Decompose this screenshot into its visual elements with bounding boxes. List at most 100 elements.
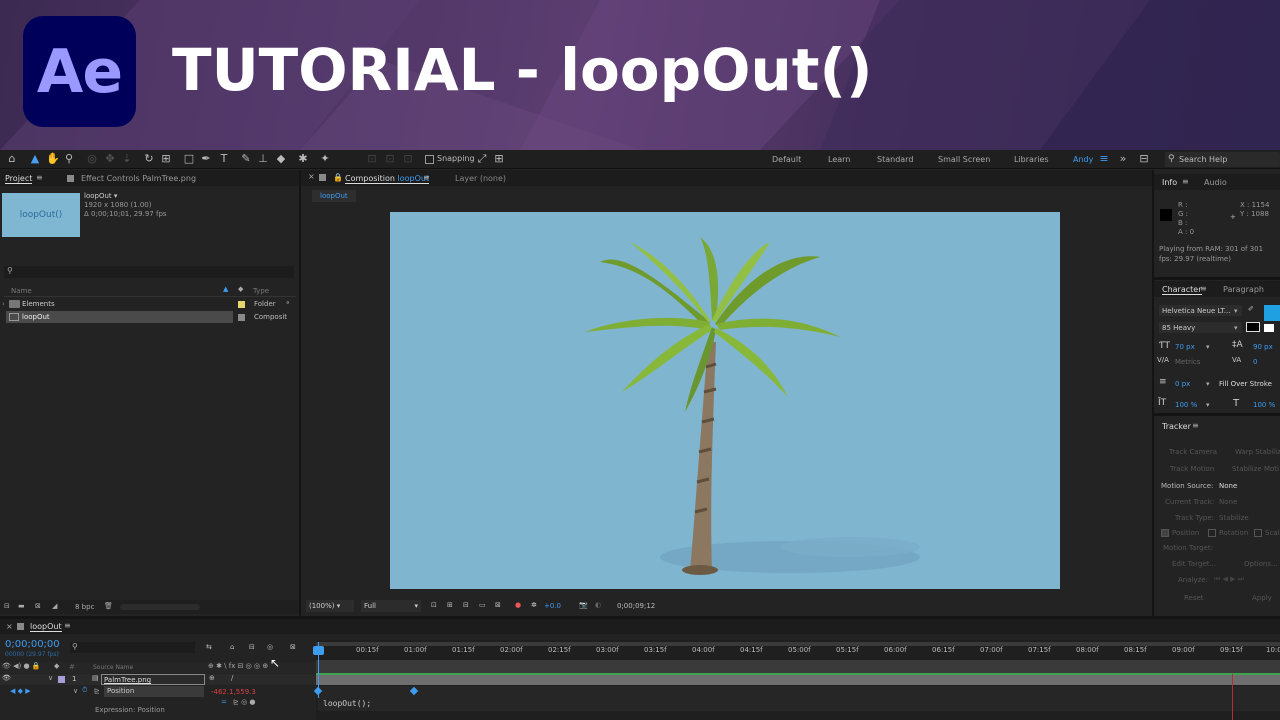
source-name-col[interactable]: Source Name: [93, 664, 133, 671]
timeline-timecode[interactable]: 0;00;00;00: [5, 639, 60, 650]
workspace-menu-icon[interactable]: ≡: [1098, 153, 1110, 165]
tracking-value[interactable]: 0: [1253, 358, 1257, 366]
close-comp-tab-icon[interactable]: ×: [308, 172, 315, 181]
property-expand-icon[interactable]: ∨: [73, 687, 78, 695]
apply-button[interactable]: Apply: [1252, 594, 1272, 602]
current-track-dropdown[interactable]: None: [1219, 498, 1237, 506]
reset-button[interactable]: Reset: [1184, 594, 1204, 602]
comp-mini-flowchart-icon[interactable]: ⇆: [206, 643, 212, 651]
warp-stabilizer-button[interactable]: Warp Stabiliz: [1235, 448, 1280, 456]
tab-character[interactable]: Character: [1162, 285, 1202, 295]
project-item-loopout[interactable]: loopOut: [22, 313, 50, 321]
selection-tool-icon[interactable]: ▲: [29, 153, 41, 165]
frame-blending-icon[interactable]: ◎: [267, 643, 273, 651]
color-channels-icon[interactable]: ●: [515, 601, 521, 609]
orbit-camera-icon[interactable]: ◎: [86, 153, 98, 165]
tab-timeline-loopout[interactable]: loopOut: [30, 622, 62, 632]
layer-shy-switch-icon[interactable]: ⊕: [209, 674, 215, 682]
resolution-dropdown[interactable]: Full ▾: [361, 600, 421, 612]
stroke-width-value[interactable]: 0 px: [1175, 380, 1190, 388]
comp-label-swatch[interactable]: [238, 314, 245, 321]
layer-duration-bar[interactable]: [316, 674, 1280, 685]
project-item-elements[interactable]: Elements: [22, 300, 55, 308]
transparency-grid-icon[interactable]: ⊞: [447, 601, 453, 609]
region-of-interest-icon[interactable]: ▭: [479, 601, 486, 609]
property-value[interactable]: -462.1,559.3: [211, 688, 256, 696]
vertical-scale-value[interactable]: 100 %: [1175, 401, 1197, 409]
stopwatch-icon[interactable]: ⏱: [82, 686, 87, 695]
more-workspaces-icon[interactable]: »: [1117, 153, 1129, 165]
workspace-default[interactable]: Default: [772, 155, 801, 164]
bpc-label[interactable]: 8 bpc: [75, 603, 94, 611]
keyframe-navigator-icon[interactable]: ◀ ◆ ▶: [10, 687, 31, 695]
track-motion-button[interactable]: Track Motion: [1170, 465, 1214, 473]
brush-tool-icon[interactable]: ✎: [240, 153, 252, 165]
motion-source-dropdown[interactable]: None: [1219, 482, 1237, 490]
comp-name[interactable]: loopOut ▾: [84, 192, 117, 200]
expression-code[interactable]: loopOut();: [323, 699, 371, 708]
tab-project[interactable]: Project: [5, 174, 33, 184]
mask-visibility-icon[interactable]: ⊟: [463, 601, 469, 609]
zoom-tool-icon[interactable]: ⚲: [63, 153, 75, 165]
folder-label-swatch[interactable]: [238, 301, 245, 308]
folder-expand-icon[interactable]: ›: [2, 300, 5, 308]
show-snapshot-icon[interactable]: ◐: [595, 601, 601, 609]
font-style-dropdown[interactable]: 85 Heavy: [1159, 322, 1242, 333]
color-management-icon[interactable]: ✲: [531, 601, 537, 609]
options-button[interactable]: Options...: [1244, 560, 1278, 568]
tab-effect-controls[interactable]: Effect Controls PalmTree.png: [81, 174, 196, 183]
timeline-search-input[interactable]: ⚲: [70, 642, 195, 653]
rotation-checkbox[interactable]: [1208, 529, 1216, 537]
expression-editor[interactable]: loopOut();: [318, 697, 1280, 711]
font-family-dropdown[interactable]: Helvetica Neue LT...: [1159, 305, 1242, 316]
character-menu-icon[interactable]: ≡: [1200, 284, 1207, 293]
pen-tool-icon[interactable]: ✒: [200, 153, 212, 165]
scale-checkbox[interactable]: [1254, 529, 1262, 537]
playhead-handle[interactable]: [313, 646, 324, 655]
effect-controls-lock-icon[interactable]: [67, 175, 74, 182]
flowchart-icon[interactable]: ⚬: [285, 299, 291, 307]
home-icon[interactable]: ⌂: [6, 153, 18, 165]
tracker-menu-icon[interactable]: ≡: [1192, 421, 1199, 430]
snap-grid-icon[interactable]: ⊞: [493, 153, 505, 165]
project-menu-icon[interactable]: ≡: [36, 173, 43, 182]
eyedropper-icon[interactable]: ✐: [1248, 305, 1254, 313]
pan-camera-icon[interactable]: ✥: [104, 153, 116, 165]
dolly-camera-icon[interactable]: ⇣: [121, 153, 133, 165]
rotate-tool-icon[interactable]: ↻: [143, 153, 155, 165]
snap-options-icon[interactable]: ⤢: [476, 153, 488, 165]
position-checkbox[interactable]: [1161, 529, 1169, 537]
hide-shy-layers-icon[interactable]: ⊟: [249, 643, 255, 651]
horizontal-scale-value[interactable]: 100 %: [1253, 401, 1275, 409]
stroke-color-swatch[interactable]: [1246, 322, 1260, 332]
time-ruler[interactable]: 0f 00:15f 01:00f 01:15f 02:00f 02:15f 03…: [316, 646, 1280, 658]
clone-stamp-tool-icon[interactable]: ⊥: [257, 153, 269, 165]
stabilize-motion-button[interactable]: Stabilize Moti: [1232, 465, 1279, 473]
analyze-back-icon[interactable]: ⏮ ◀ ▶ ⏭: [1214, 575, 1244, 584]
exposure-value[interactable]: +0.0: [544, 602, 561, 610]
layer-quality-switch-icon[interactable]: /: [231, 674, 233, 682]
new-composition-icon[interactable]: ⊠: [35, 602, 41, 610]
magnification-dropdown[interactable]: (100%) ▾: [306, 600, 354, 612]
property-name[interactable]: Position: [104, 686, 204, 697]
snapshot-icon[interactable]: 📷: [579, 601, 588, 609]
tab-paragraph[interactable]: Paragraph: [1223, 285, 1264, 294]
layer-expand-icon[interactable]: ∨: [48, 674, 53, 682]
project-scrollbar[interactable]: [120, 604, 200, 610]
distribute-icon[interactable]: ⊡: [384, 153, 396, 165]
graph-editor-icon[interactable]: ⊠: [290, 643, 296, 651]
label-column-icon[interactable]: ◆: [238, 285, 243, 293]
eraser-tool-icon[interactable]: ◆: [275, 153, 287, 165]
workspace-andy[interactable]: Andy: [1073, 155, 1093, 164]
hand-tool-icon[interactable]: ✋: [46, 153, 60, 165]
font-size-value[interactable]: 70 px: [1175, 343, 1195, 351]
stroke-type-dropdown[interactable]: Fill Over Stroke: [1219, 380, 1272, 388]
project-settings-icon[interactable]: ◢: [52, 602, 57, 610]
kerning-value[interactable]: Metrics: [1175, 358, 1200, 366]
workspace-libraries[interactable]: Libraries: [1014, 155, 1049, 164]
edit-target-button[interactable]: Edit Target...: [1172, 560, 1216, 568]
search-help-field[interactable]: ⚲ Search Help: [1165, 152, 1280, 167]
rectangle-tool-icon[interactable]: □: [183, 153, 195, 165]
col-type[interactable]: Type: [253, 287, 269, 295]
workspace-standard[interactable]: Standard: [877, 155, 913, 164]
